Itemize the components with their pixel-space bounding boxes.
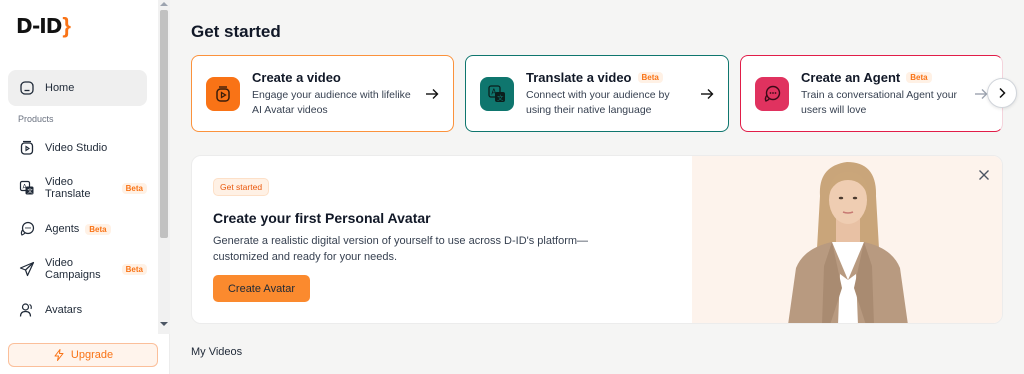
beta-badge: Beta [637, 71, 663, 83]
personal-avatar-banner: Get started Create your first Personal A… [191, 155, 1003, 324]
sidebar-item-label: Avatars [45, 304, 83, 316]
card-title: Create an Agent [801, 69, 901, 85]
send-icon [19, 261, 35, 277]
get-started-badge: Get started [213, 178, 270, 196]
carousel-next-button[interactable] [987, 78, 1017, 108]
video-studio-icon [206, 76, 240, 111]
sidebar-item-video-translate[interactable]: A文 Video Translate Beta [8, 170, 147, 206]
sidebar-item-label: Video Studio [45, 142, 108, 154]
sidebar-item-label: Video Campaigns [45, 257, 101, 281]
avatar-image [692, 156, 1002, 323]
svg-text:文: 文 [497, 93, 504, 102]
create-avatar-button[interactable]: Create Avatar [213, 275, 310, 302]
translate-video-card[interactable]: A文 Translate a video Beta Connect with yo… [465, 55, 729, 132]
card-description: Connect with your audience by using thei… [526, 88, 670, 116]
banner-description: Generate a realistic digital version of … [213, 235, 589, 263]
card-description: Train a conversational Agent your users … [801, 88, 958, 116]
create-video-card[interactable]: Create a video Engage your audience with… [191, 55, 454, 132]
home-icon [19, 80, 35, 96]
sidebar-item-video-studio[interactable]: Video Studio [8, 130, 147, 166]
beta-badge: Beta [85, 223, 111, 235]
translate-icon: A文 [480, 76, 514, 111]
create-agent-card[interactable]: Create an Agent Beta Train a conversation… [740, 55, 1003, 132]
products-section-label: Products [18, 114, 54, 124]
beta-badge: Beta [906, 71, 932, 83]
card-description: Engage your audience with lifelike AI Av… [252, 88, 411, 116]
svg-text:文: 文 [27, 187, 33, 195]
sidebar-item-label: Home [45, 82, 75, 94]
logo-brace-icon: } [62, 13, 71, 38]
arrow-right-icon [700, 87, 714, 101]
arrow-right-icon [974, 87, 988, 101]
chevron-right-icon [999, 87, 1006, 99]
beta-badge: Beta [121, 263, 147, 275]
banner-title: Create your first Personal Avatar [213, 210, 431, 226]
translate-icon: A文 [19, 180, 35, 196]
video-studio-icon [19, 140, 35, 156]
logo-text: D-ID [16, 14, 62, 38]
sidebar-item-agents[interactable]: Agents Beta [8, 211, 147, 247]
sidebar: D-ID } Home Products Video Studio A文 Vid… [0, 0, 170, 374]
scroll-up-arrow-icon[interactable] [160, 2, 168, 6]
sidebar-scrollbar[interactable] [158, 0, 170, 334]
scrollbar-thumb[interactable] [160, 10, 168, 238]
close-icon[interactable] [978, 168, 990, 180]
card-title: Create a video [252, 69, 341, 85]
agents-icon [19, 221, 35, 237]
sidebar-item-label: Video Translate [45, 176, 91, 200]
sidebar-item-label: Agents [45, 223, 80, 235]
upgrade-button[interactable]: Upgrade [8, 343, 158, 367]
beta-badge: Beta [121, 182, 147, 194]
lightning-icon [54, 349, 64, 361]
avatars-icon [19, 302, 35, 318]
upgrade-label: Upgrade [70, 349, 114, 361]
scroll-down-arrow-icon[interactable] [160, 322, 168, 326]
page-title: Get started [191, 22, 281, 41]
my-videos-heading: My Videos [191, 346, 243, 358]
sidebar-item-home[interactable]: Home [8, 70, 147, 106]
arrow-right-icon [425, 87, 439, 101]
card-title: Translate a video [526, 69, 632, 85]
agents-icon [755, 76, 789, 111]
sidebar-item-video-campaigns[interactable]: Video Campaigns Beta [8, 251, 147, 287]
d-id-logo[interactable]: D-ID } [16, 12, 71, 40]
sidebar-item-avatars[interactable]: Avatars [8, 292, 147, 328]
